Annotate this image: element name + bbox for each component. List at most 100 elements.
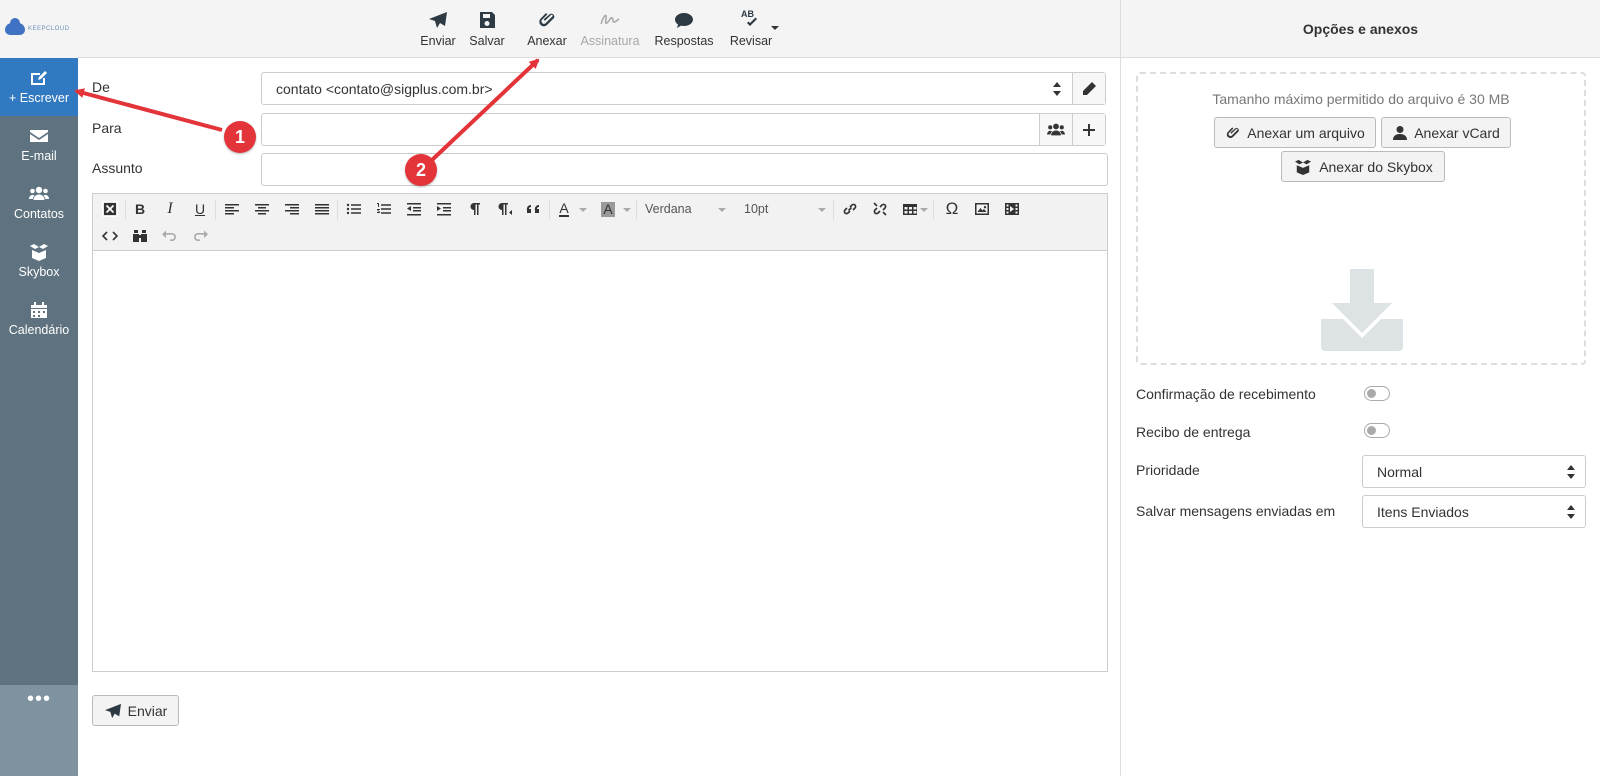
bold-button[interactable]: B bbox=[127, 197, 153, 221]
indent-icon bbox=[437, 203, 451, 216]
sidebar-item-compose[interactable]: + Escrever bbox=[0, 58, 78, 116]
table-caret-icon[interactable] bbox=[920, 208, 928, 212]
font-size-caret-icon[interactable] bbox=[818, 208, 826, 212]
toggle-knob bbox=[1367, 426, 1376, 435]
more-menu-button[interactable]: ••• bbox=[0, 685, 78, 776]
source-code-button[interactable] bbox=[97, 224, 123, 248]
blockquote-button[interactable] bbox=[521, 197, 547, 221]
attach-toolbar-button[interactable]: Anexar bbox=[525, 0, 569, 58]
text-color-caret-icon[interactable] bbox=[579, 208, 587, 212]
attach-file-button[interactable]: Anexar um arquivo bbox=[1214, 117, 1376, 148]
background-color-icon: A bbox=[601, 200, 615, 217]
review-dropdown-caret-icon[interactable] bbox=[771, 26, 779, 30]
add-recipient-button[interactable] bbox=[1072, 114, 1105, 145]
divider bbox=[549, 200, 550, 220]
find-replace-button[interactable] bbox=[127, 224, 153, 248]
font-family-caret-icon[interactable] bbox=[718, 208, 726, 212]
rtl-button[interactable] bbox=[491, 197, 517, 221]
align-left-button[interactable] bbox=[219, 197, 245, 221]
ltr-button[interactable] bbox=[461, 197, 487, 221]
outdent-button[interactable] bbox=[401, 197, 427, 221]
speech-bubble-icon bbox=[675, 12, 693, 28]
sidebar: KEEPCLOUD + Escrever E-mail Contatos Sky… bbox=[0, 0, 78, 776]
bold-icon: B bbox=[134, 201, 146, 217]
priority-select[interactable]: Normal bbox=[1362, 455, 1586, 488]
subject-label: Assunto bbox=[92, 160, 143, 176]
priority-label: Prioridade bbox=[1136, 462, 1200, 478]
special-character-button[interactable]: Ω bbox=[939, 197, 965, 221]
sidebar-item-skybox[interactable]: Skybox bbox=[0, 232, 78, 290]
underline-icon: U bbox=[194, 201, 206, 217]
edit-identity-button[interactable] bbox=[1072, 73, 1105, 104]
code-icon bbox=[102, 231, 118, 241]
sidebar-item-label: Calendário bbox=[8, 323, 70, 337]
attachment-dropzone[interactable]: Tamanho máximo permitido do arquivo é 30… bbox=[1136, 72, 1586, 365]
calendar-icon bbox=[31, 302, 47, 318]
background-color-caret-icon[interactable] bbox=[623, 208, 631, 212]
delivery-receipt-toggle[interactable] bbox=[1364, 423, 1390, 438]
sidebar-item-email[interactable]: E-mail bbox=[0, 116, 78, 174]
divider bbox=[833, 200, 834, 220]
options-attachments-panel: Opções e anexos Tamanho máximo permitido… bbox=[1120, 0, 1600, 776]
paragraph-ltr-icon bbox=[470, 203, 480, 215]
align-right-button[interactable] bbox=[279, 197, 305, 221]
envelope-icon bbox=[30, 130, 48, 142]
quote-icon bbox=[526, 204, 539, 213]
sidebar-item-label: Skybox bbox=[18, 265, 60, 279]
attach-from-skybox-button[interactable]: Anexar do Skybox bbox=[1281, 151, 1445, 182]
save-toolbar-button[interactable]: Salvar bbox=[468, 0, 506, 58]
select-arrows-icon bbox=[1567, 465, 1575, 479]
send-toolbar-button[interactable]: Enviar bbox=[419, 0, 457, 58]
save-sent-folder-select[interactable]: Itens Enviados bbox=[1362, 495, 1586, 528]
responses-toolbar-button[interactable]: Respostas bbox=[652, 0, 716, 58]
panel-title: Opções e anexos bbox=[1121, 0, 1600, 58]
text-color-button[interactable]: A bbox=[551, 197, 577, 221]
spellcheck-icon: AB bbox=[741, 9, 761, 29]
font-family-select[interactable]: Verdana bbox=[645, 202, 692, 216]
toggle-knob bbox=[1367, 389, 1376, 398]
bullet-list-button[interactable] bbox=[341, 197, 367, 221]
undo-button[interactable] bbox=[157, 224, 183, 248]
signature-toolbar-button[interactable]: Assinatura bbox=[578, 0, 642, 58]
box-icon bbox=[1295, 159, 1312, 175]
select-arrows-icon bbox=[1053, 82, 1061, 96]
logo: KEEPCLOUD bbox=[0, 0, 78, 58]
sidebar-item-calendar[interactable]: Calendário bbox=[0, 290, 78, 348]
remove-link-button[interactable] bbox=[867, 197, 893, 221]
insert-image-button[interactable] bbox=[969, 197, 995, 221]
insert-link-button[interactable] bbox=[837, 197, 863, 221]
numbered-list-button[interactable] bbox=[371, 197, 397, 221]
clear-formatting-button[interactable] bbox=[97, 197, 123, 221]
send-button[interactable]: Enviar bbox=[92, 695, 179, 726]
from-select[interactable]: contato <contato@sigplus.com.br> bbox=[261, 72, 1106, 105]
font-size-select[interactable]: 10pt bbox=[744, 202, 768, 216]
italic-button[interactable]: I bbox=[157, 197, 183, 221]
indent-button[interactable] bbox=[431, 197, 457, 221]
to-input[interactable] bbox=[261, 113, 1106, 146]
underline-button[interactable]: U bbox=[187, 197, 213, 221]
editor-body[interactable] bbox=[93, 251, 1107, 671]
compose-toolbar: Enviar Salvar Anexar Assinatura Resposta… bbox=[78, 0, 1120, 58]
unlink-icon bbox=[873, 202, 887, 216]
editor-toolbar: B I U A A Verdana 10pt Ω bbox=[93, 194, 1107, 251]
table-icon bbox=[903, 204, 917, 215]
subject-input[interactable] bbox=[261, 153, 1108, 186]
align-center-button[interactable] bbox=[249, 197, 275, 221]
background-color-button[interactable]: A bbox=[595, 197, 621, 221]
annotation-badge-2: 2 bbox=[405, 154, 437, 186]
close-box-icon bbox=[102, 201, 118, 217]
redo-button[interactable] bbox=[187, 224, 213, 248]
align-right-icon bbox=[285, 204, 299, 215]
contacts-picker-button[interactable] bbox=[1039, 114, 1072, 145]
image-icon bbox=[975, 203, 989, 215]
read-receipt-toggle[interactable] bbox=[1364, 386, 1390, 401]
save-sent-label: Salvar mensagens enviadas em bbox=[1136, 503, 1336, 519]
insert-media-button[interactable] bbox=[999, 197, 1025, 221]
cloud-logo-icon bbox=[5, 18, 25, 35]
justify-button[interactable] bbox=[309, 197, 335, 221]
attach-vcard-button[interactable]: Anexar vCard bbox=[1381, 117, 1511, 148]
binoculars-icon bbox=[133, 230, 147, 242]
sidebar-item-contacts[interactable]: Contatos bbox=[0, 174, 78, 232]
select-arrows-icon bbox=[1567, 505, 1575, 519]
outdent-icon bbox=[407, 203, 421, 216]
